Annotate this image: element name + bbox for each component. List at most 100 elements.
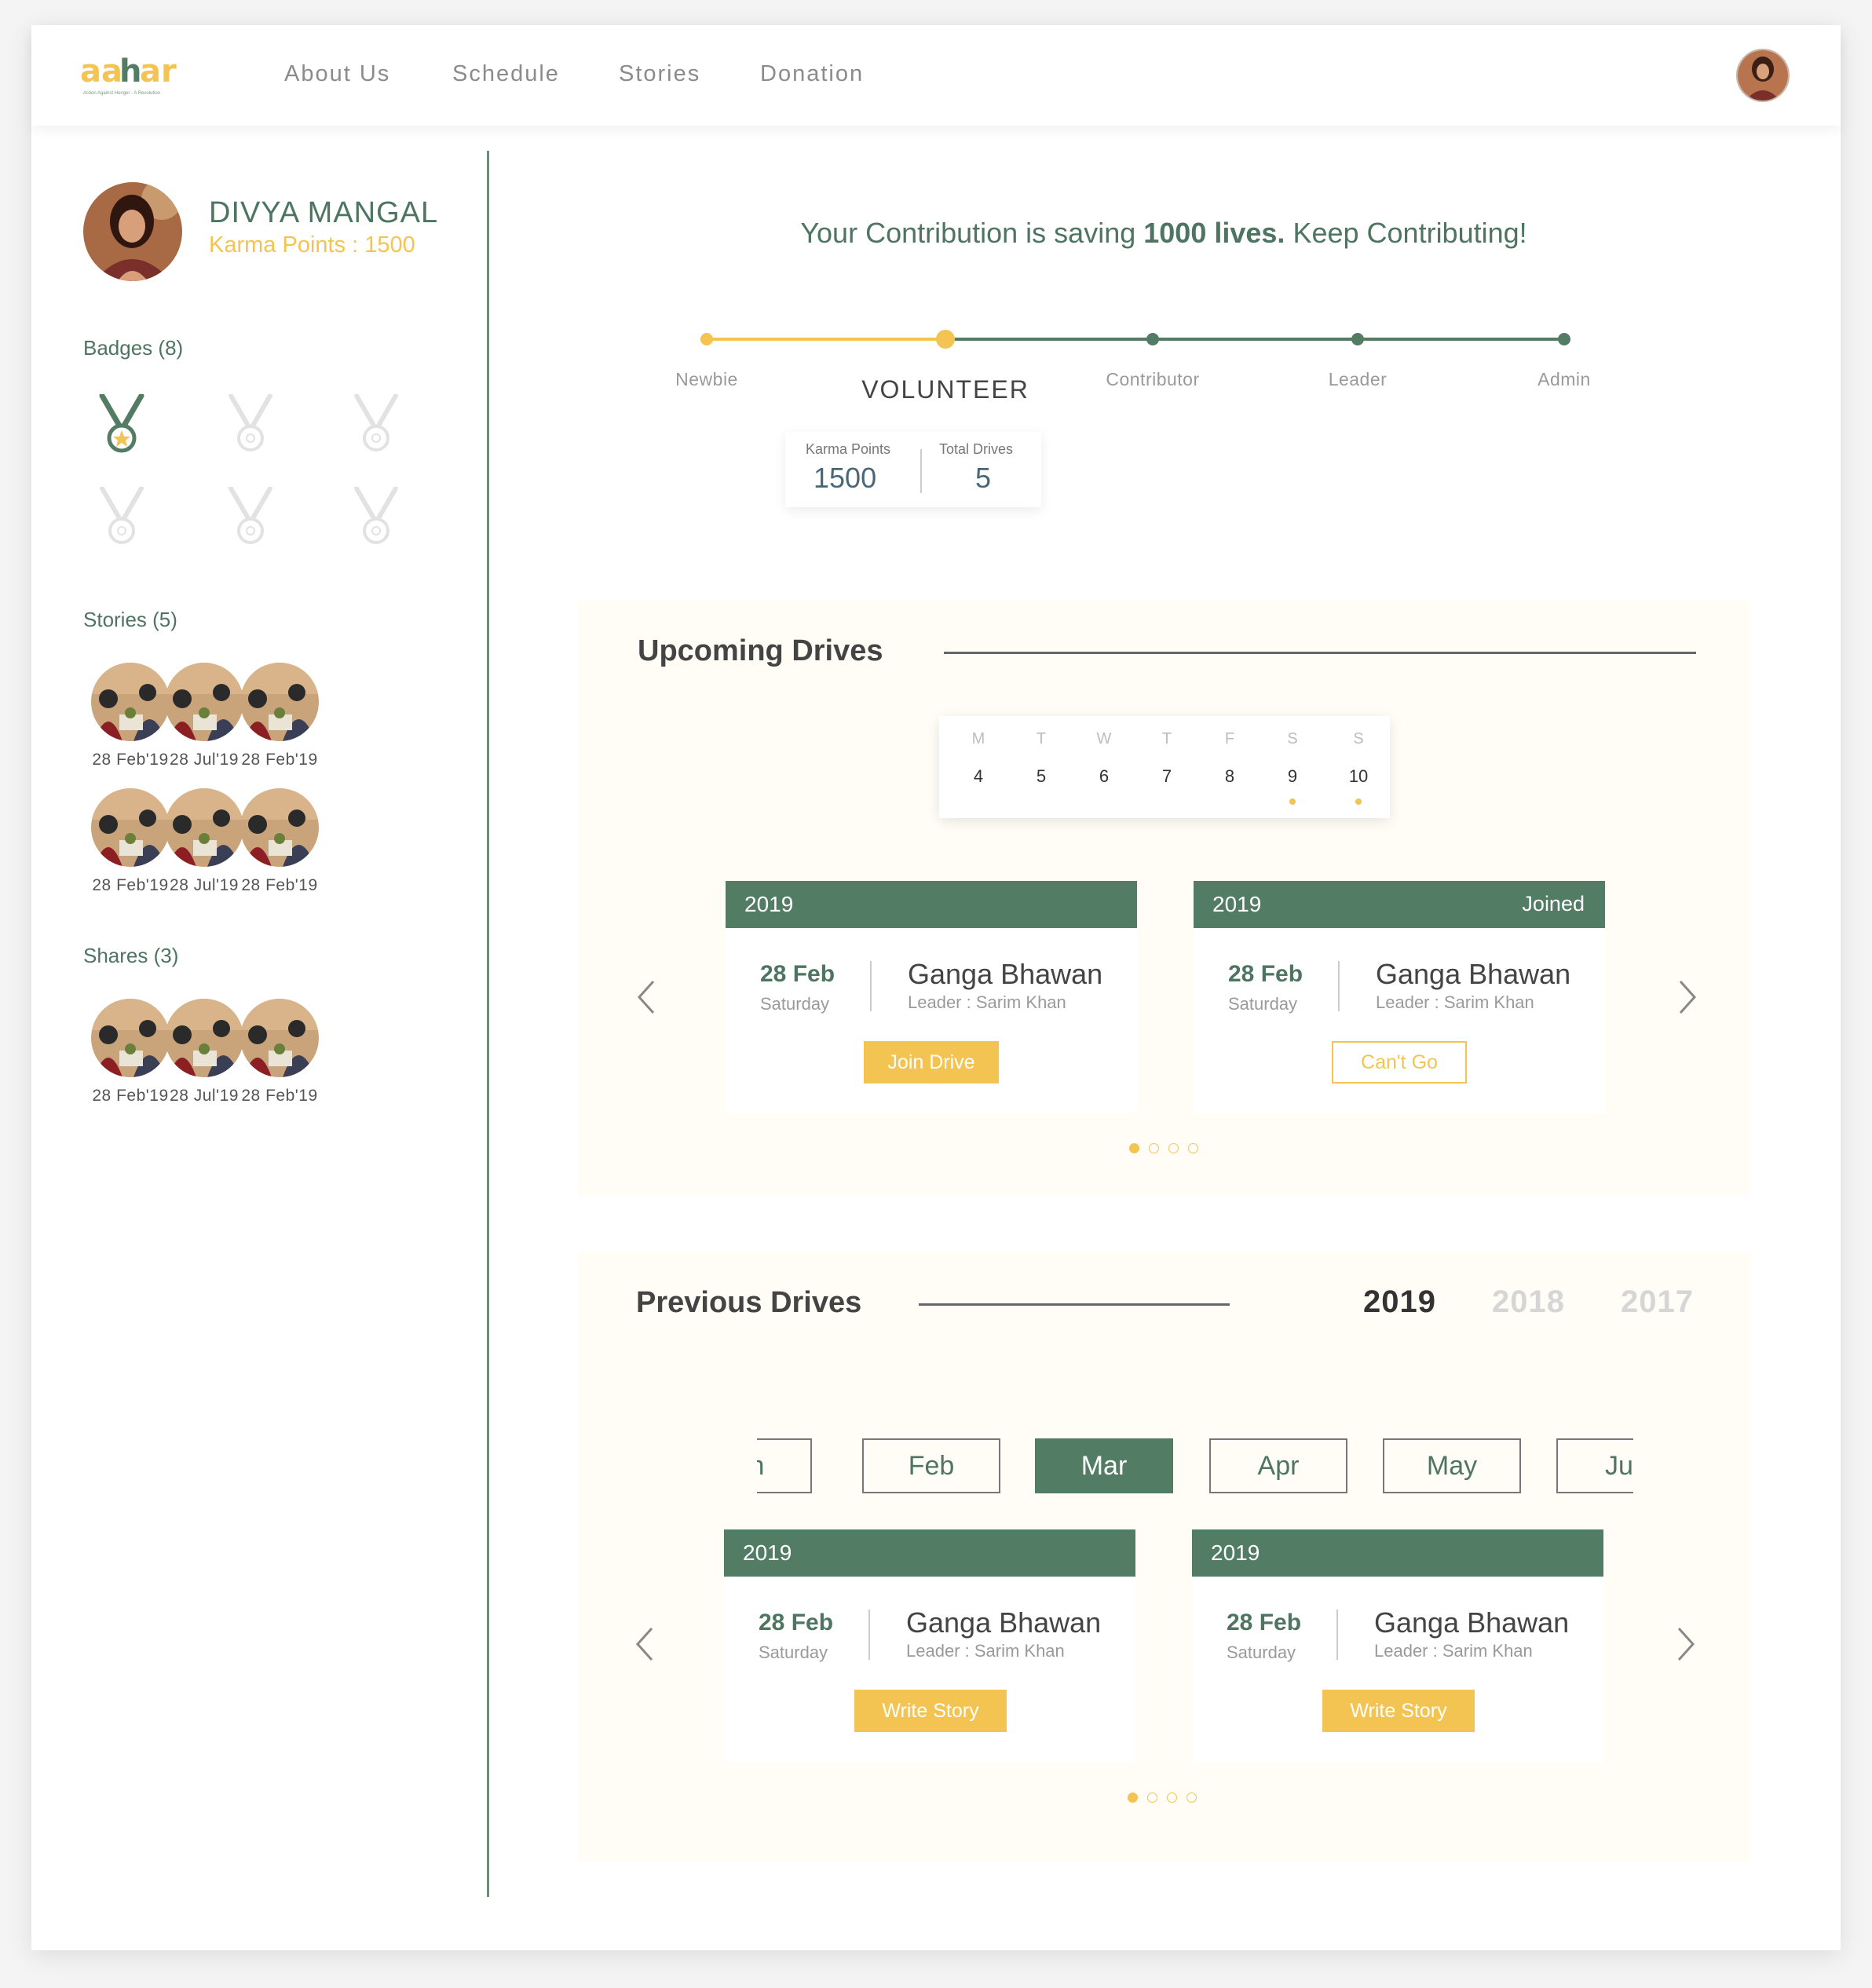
card-place: Ganga Bhawan: [908, 958, 1103, 990]
story-date: 28 Feb'19: [241, 1087, 318, 1105]
card-place: Ganga Bhawan: [1374, 1606, 1570, 1639]
year-tab-2019[interactable]: 2019: [1363, 1285, 1436, 1320]
previous-drive-card: 2019 28 Feb Saturday Ganga Bhawan Leader…: [1192, 1529, 1603, 1762]
story-thumbnail[interactable]: [240, 788, 319, 867]
nav-schedule[interactable]: Schedule: [452, 61, 560, 87]
profile-photo: [83, 182, 182, 281]
card-header: 2019: [724, 1529, 1135, 1577]
story-thumbnail[interactable]: [91, 663, 170, 741]
chevron-left-icon[interactable]: [628, 975, 664, 1019]
card-leader: Leader : Sarim Khan: [906, 1641, 1065, 1661]
join-drive-button[interactable]: Join Drive: [864, 1041, 999, 1084]
nav-stories[interactable]: Stories: [619, 61, 700, 87]
nav-about-us[interactable]: About Us: [284, 61, 390, 87]
card-header: 2019: [726, 881, 1137, 928]
level-label-leader: Leader: [1328, 369, 1388, 389]
calendar-date[interactable]: 5: [1026, 766, 1057, 787]
pager-dot[interactable]: [1167, 1792, 1177, 1803]
card-header: 2019: [1192, 1529, 1603, 1577]
story-thumbnail[interactable]: [91, 788, 170, 867]
level-dot-leader: [1351, 333, 1364, 345]
calendar-date[interactable]: 10: [1343, 766, 1374, 787]
calendar-date[interactable]: 4: [963, 766, 994, 787]
calendar-date[interactable]: 6: [1088, 766, 1120, 787]
week-calendar: M 4 T 5 W 6 T 7 F 8 S 9 S 10: [939, 716, 1390, 818]
calendar-weekday: F: [1224, 730, 1235, 747]
card-date: 28 Feb: [1227, 1610, 1302, 1635]
avatar-photo: [1738, 50, 1788, 100]
calendar-weekday: S: [1353, 730, 1364, 747]
karma-points-value: 1500: [814, 462, 877, 494]
card-day: Saturday: [759, 1643, 828, 1662]
pager-dot[interactable]: [1168, 1143, 1179, 1153]
chevron-left-icon[interactable]: [627, 1622, 663, 1666]
year-tab-2017[interactable]: 2017: [1621, 1285, 1694, 1320]
chevron-right-icon[interactable]: [1668, 1622, 1704, 1666]
contribution-message: Your Contribution is saving 1000 lives. …: [487, 217, 1841, 250]
card-date: 28 Feb: [760, 961, 835, 987]
medal-icon[interactable]: [96, 393, 148, 457]
sidebar-divider: [487, 151, 489, 1897]
karma-points-label: Karma Points: [806, 441, 891, 457]
month-mar[interactable]: Mar: [1035, 1438, 1173, 1493]
level-remaining-line: [945, 338, 1569, 341]
pager-dot-active[interactable]: [1129, 1143, 1139, 1153]
total-drives-label: Total Drives: [939, 441, 1014, 457]
story-thumbnail[interactable]: [240, 999, 319, 1077]
story-thumbnail[interactable]: [91, 999, 170, 1077]
card-year: 2019: [1211, 1540, 1260, 1565]
user-avatar-button[interactable]: [1736, 49, 1790, 102]
card-divider: [1338, 961, 1340, 1011]
profile-name: DIVYA MANGAL: [209, 196, 439, 229]
story-thumbnail[interactable]: [240, 663, 319, 741]
year-tab-2018[interactable]: 2018: [1492, 1285, 1565, 1320]
card-year: 2019: [1212, 892, 1262, 916]
calendar-event-marker: [1289, 798, 1296, 805]
month-apr[interactable]: Apr: [1209, 1438, 1347, 1493]
calendar-date[interactable]: 7: [1151, 766, 1183, 787]
pager-dot[interactable]: [1186, 1792, 1197, 1803]
write-story-button[interactable]: Write Story: [854, 1690, 1007, 1732]
medal-locked-icon: [96, 486, 148, 550]
month-jun[interactable]: Jun: [1556, 1438, 1633, 1493]
total-drives-value: 5: [975, 462, 992, 494]
calendar-weekday: W: [1096, 730, 1112, 747]
calendar-event-marker: [1355, 798, 1362, 805]
level-dot-admin: [1558, 333, 1570, 345]
month-feb[interactable]: Feb: [862, 1438, 1000, 1493]
pager-dot-active[interactable]: [1128, 1792, 1138, 1803]
card-leader: Leader : Sarim Khan: [1376, 992, 1534, 1012]
upcoming-drive-card: 2019 28 Feb Saturday Ganga Bhawan Leader…: [726, 881, 1137, 1113]
calendar-weekday: S: [1287, 730, 1298, 747]
pager-dot[interactable]: [1149, 1143, 1159, 1153]
nav-donation[interactable]: Donation: [760, 61, 864, 87]
badges-heading: Badges (8): [83, 336, 184, 360]
card-leader: Leader : Sarim Khan: [908, 992, 1066, 1012]
contribution-prefix: Your Contribution is saving: [800, 217, 1136, 249]
story-thumbnail[interactable]: [165, 788, 243, 867]
calendar-date[interactable]: 8: [1214, 766, 1245, 787]
card-date: 28 Feb: [1228, 961, 1303, 987]
chevron-right-icon[interactable]: [1669, 975, 1706, 1019]
write-story-button[interactable]: Write Story: [1322, 1690, 1475, 1732]
previous-drives-title: Previous Drives: [636, 1286, 862, 1319]
previous-drive-card: 2019 28 Feb Saturday Ganga Bhawan Leader…: [724, 1529, 1135, 1762]
card-header: 2019 Joined: [1194, 881, 1605, 928]
calendar-date[interactable]: 9: [1277, 766, 1308, 787]
medal-locked-icon: [350, 393, 402, 457]
pager-dot[interactable]: [1188, 1143, 1198, 1153]
previous-title-rule: [919, 1303, 1230, 1306]
story-thumbnail[interactable]: [165, 663, 243, 741]
card-divider: [868, 1610, 870, 1660]
cant-go-button[interactable]: Can't Go: [1332, 1041, 1467, 1084]
calendar-weekday: T: [1161, 730, 1172, 747]
month-jan[interactable]: Jan: [757, 1438, 812, 1493]
month-may[interactable]: May: [1383, 1438, 1521, 1493]
level-label-volunteer: VOLUNTEER: [861, 375, 1029, 404]
contribution-suffix: Keep Contributing!: [1292, 217, 1527, 249]
card-place: Ganga Bhawan: [1376, 958, 1571, 990]
stats-divider: [920, 449, 922, 493]
aahar-logo[interactable]: aa h ar Action Against Hunger - A Revolu…: [80, 53, 190, 100]
pager-dot[interactable]: [1147, 1792, 1157, 1803]
story-thumbnail[interactable]: [165, 999, 243, 1077]
